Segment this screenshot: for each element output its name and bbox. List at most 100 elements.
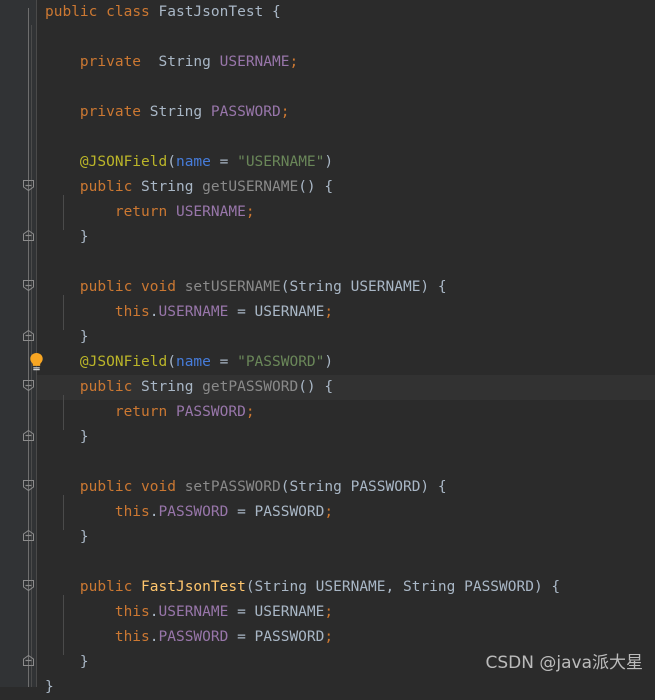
code-line-text: return PASSWORD; <box>0 400 255 425</box>
code-token: = USERNAME <box>228 604 325 620</box>
code-token: ( <box>245 579 255 595</box>
code-token: public <box>79 279 133 295</box>
fold-collapse-icon[interactable] <box>22 579 35 592</box>
code-token: ; <box>324 504 334 520</box>
code-token: ; <box>324 604 334 620</box>
fold-expand-icon[interactable] <box>22 529 35 542</box>
code-token: } <box>45 329 89 345</box>
code-line-text: this.USERNAME = USERNAME; <box>0 300 333 325</box>
code-token: { <box>263 4 281 20</box>
code-token: ) <box>324 354 334 370</box>
fold-expand-icon[interactable] <box>22 329 35 342</box>
code-line[interactable]: @JSONField(name = "USERNAME") <box>0 150 333 175</box>
code-line[interactable]: } <box>0 525 89 550</box>
code-line[interactable]: public String getPASSWORD() { <box>0 375 333 400</box>
code-token: setPASSWORD <box>184 479 281 495</box>
code-line-text: this.PASSWORD = PASSWORD; <box>0 625 333 650</box>
code-line[interactable]: this.PASSWORD = PASSWORD; <box>0 625 333 650</box>
code-token: () { <box>298 179 334 195</box>
code-line[interactable] <box>0 25 45 50</box>
code-token: FastJsonTest <box>158 4 264 20</box>
code-line[interactable]: public FastJsonTest(String USERNAME, Str… <box>0 575 560 600</box>
code-line[interactable]: this.USERNAME = USERNAME; <box>0 600 333 625</box>
code-token: ; <box>324 304 334 320</box>
code-token: @JSONField <box>79 154 168 170</box>
code-line[interactable]: private String USERNAME; <box>0 50 298 75</box>
code-line[interactable] <box>0 450 45 475</box>
code-token: USERNAME <box>175 204 246 220</box>
code-line[interactable]: return USERNAME; <box>0 200 255 225</box>
code-token: this <box>114 304 150 320</box>
code-token: name <box>175 154 211 170</box>
code-line[interactable]: public void setUSERNAME(String USERNAME)… <box>0 275 447 300</box>
code-token: String <box>141 179 194 195</box>
code-token: PASSWORD) { <box>455 579 561 595</box>
code-line-text: public class FastJsonTest { <box>0 0 281 25</box>
code-token: return <box>114 204 168 220</box>
code-token: private <box>79 104 142 120</box>
code-line[interactable]: @JSONField(name = "PASSWORD") <box>0 350 333 375</box>
fold-collapse-icon[interactable] <box>22 279 35 292</box>
code-token: String <box>149 104 203 120</box>
fold-expand-icon[interactable] <box>22 229 35 242</box>
code-token: } <box>45 529 89 545</box>
code-line[interactable] <box>0 550 45 575</box>
code-token: this <box>114 604 150 620</box>
code-token: public <box>79 379 133 395</box>
fold-collapse-icon[interactable] <box>22 379 35 392</box>
intention-lightbulb-icon[interactable] <box>28 352 45 375</box>
code-line[interactable]: } <box>0 425 89 450</box>
code-line[interactable]: public class FastJsonTest { <box>0 0 281 25</box>
code-token: ; <box>245 404 255 420</box>
fold-expand-icon[interactable] <box>22 654 35 667</box>
code-token: PASSWORD <box>158 629 229 645</box>
fold-expand-icon[interactable] <box>22 429 35 442</box>
code-token: } <box>45 654 89 670</box>
code-token: ; <box>289 54 299 70</box>
code-line-text: public String getUSERNAME() { <box>0 175 333 200</box>
code-line[interactable]: this.USERNAME = USERNAME; <box>0 300 333 325</box>
fold-collapse-icon[interactable] <box>22 479 35 492</box>
code-line[interactable]: public void setPASSWORD(String PASSWORD)… <box>0 475 447 500</box>
code-token: PASSWORD <box>175 404 246 420</box>
code-token: ) <box>324 154 334 170</box>
code-line[interactable] <box>0 75 45 100</box>
code-token: = <box>210 354 238 370</box>
code-token: . <box>149 629 159 645</box>
code-line[interactable]: public String getUSERNAME() { <box>0 175 333 200</box>
code-line[interactable] <box>0 125 45 150</box>
code-token: . <box>149 304 159 320</box>
code-editor[interactable]: public class FastJsonTest { private Stri… <box>0 0 655 695</box>
code-token: USERNAME <box>158 304 229 320</box>
watermark-text: CSDN @java派大星 <box>485 653 644 673</box>
code-line-text: public FastJsonTest(String USERNAME, Str… <box>0 575 560 600</box>
fold-collapse-icon[interactable] <box>22 179 35 192</box>
code-line[interactable]: } <box>0 225 89 250</box>
code-line-text: private String USERNAME; <box>0 50 298 75</box>
code-line[interactable] <box>0 250 45 275</box>
code-line[interactable]: return PASSWORD; <box>0 400 255 425</box>
code-token: name <box>175 354 211 370</box>
code-line[interactable]: } <box>0 325 89 350</box>
code-token: public <box>79 179 133 195</box>
code-content[interactable]: public class FastJsonTest { private Stri… <box>0 0 655 695</box>
code-line[interactable]: } <box>0 675 54 700</box>
code-line-text: @JSONField(name = "PASSWORD") <box>0 350 333 375</box>
code-line[interactable]: this.PASSWORD = PASSWORD; <box>0 500 333 525</box>
code-line[interactable]: private String PASSWORD; <box>0 100 290 125</box>
code-line[interactable]: } <box>0 650 89 675</box>
code-token: this <box>114 629 150 645</box>
code-line-text: @JSONField(name = "USERNAME") <box>0 150 333 175</box>
